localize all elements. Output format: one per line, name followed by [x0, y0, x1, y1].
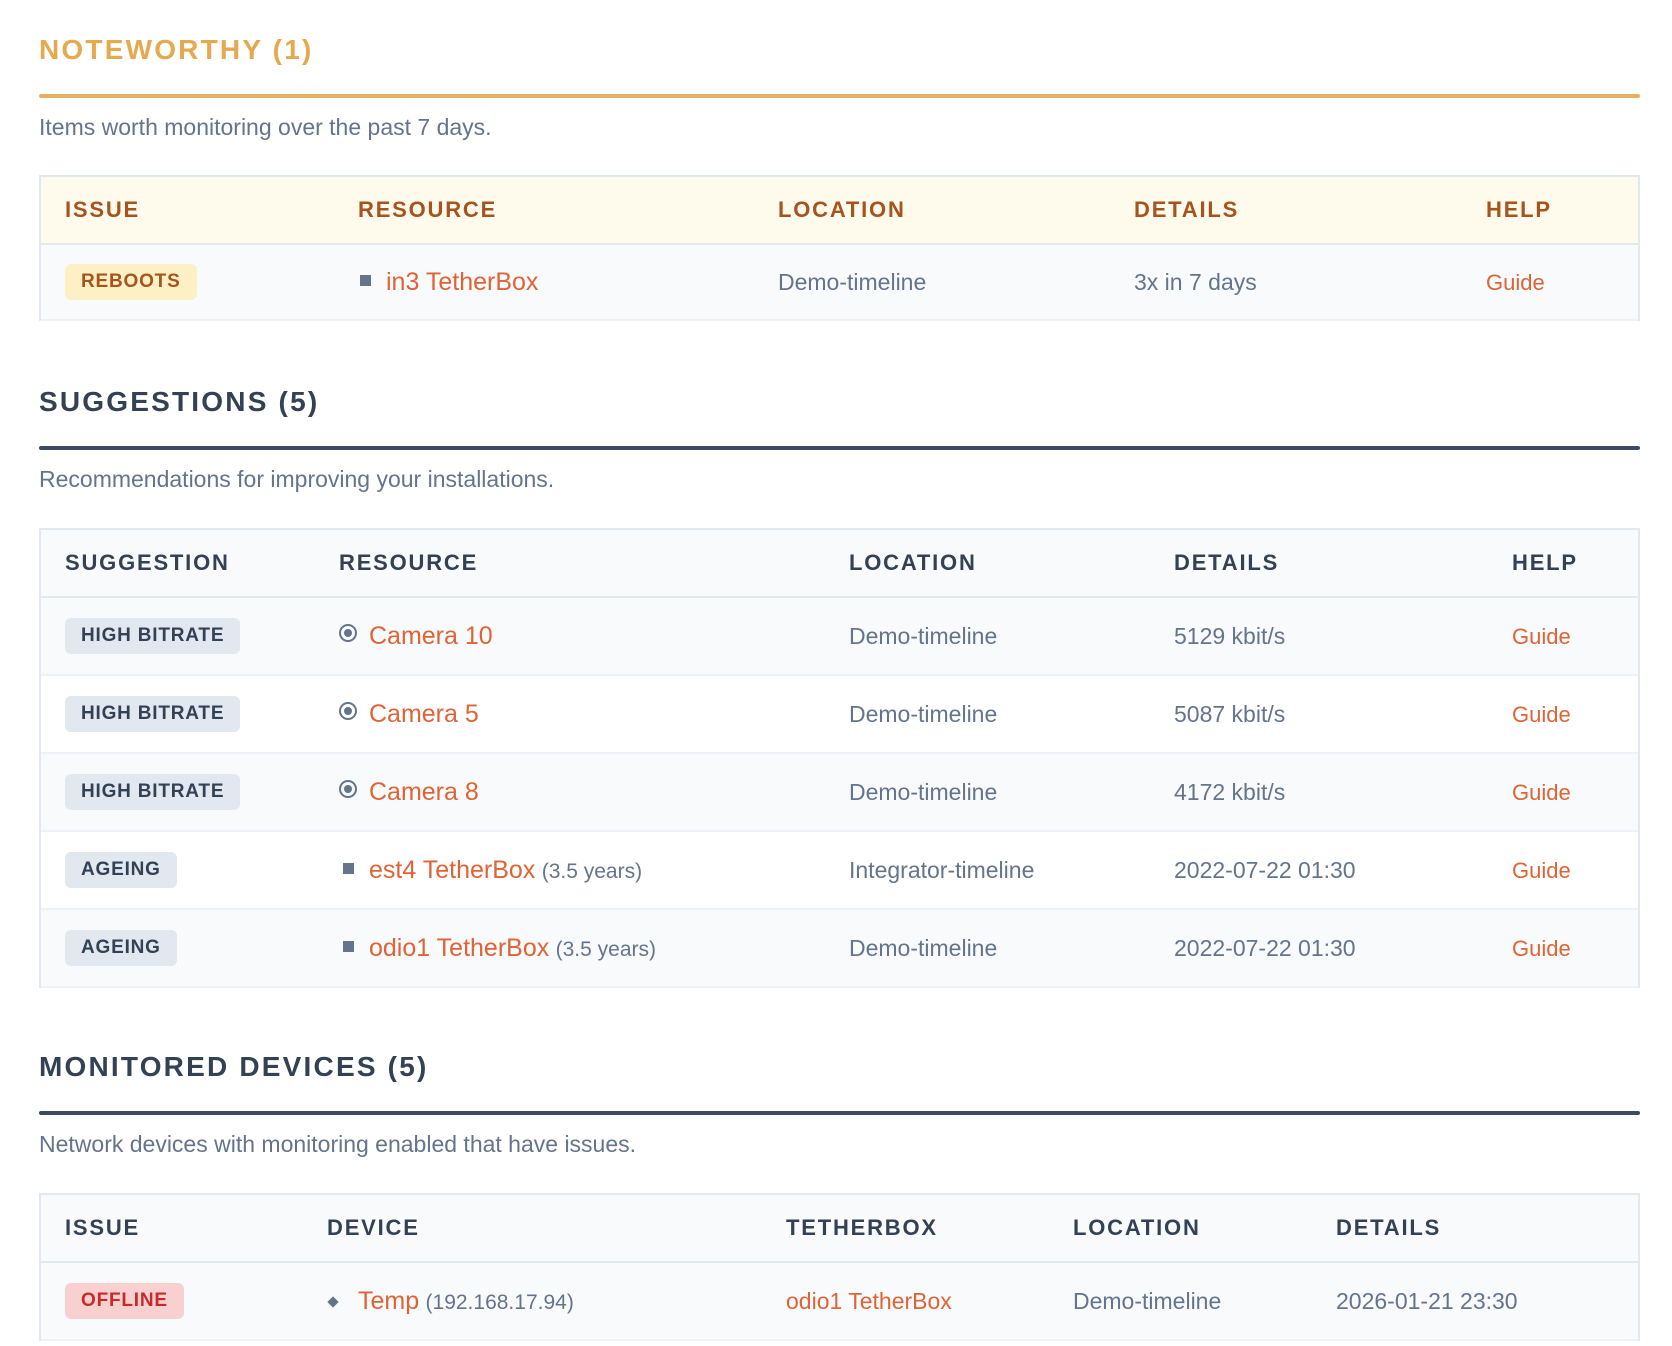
suggestion-badge: AGEING: [65, 930, 177, 966]
monitored-devices-table: ISSUE DEVICE TETHERBOX LOCATION DETAILS …: [39, 1193, 1640, 1341]
column-header-location: LOCATION: [1073, 1215, 1201, 1240]
resource-age: (3.5 years): [541, 859, 643, 883]
table-header: ISSUE DEVICE TETHERBOX LOCATION DETAILS: [41, 1195, 1638, 1263]
table-row: OFFLINE Temp (192.168.17.94) odio1 Tethe…: [41, 1263, 1638, 1341]
table-row: HIGH BITRATE Camera 5 Demo-timeline 5087…: [41, 676, 1638, 754]
details-text: 2022-07-22 01:30: [1174, 856, 1356, 883]
guide-link[interactable]: Guide: [1512, 702, 1571, 727]
column-header-tetherbox: TETHERBOX: [786, 1215, 938, 1240]
location-text: Demo-timeline: [849, 700, 998, 727]
noteworthy-table: ISSUE RESOURCE LOCATION DETAILS HELP REB…: [39, 175, 1640, 321]
location-text: Demo-timeline: [778, 268, 927, 295]
issue-badge: OFFLINE: [65, 1283, 184, 1319]
details-text: 5129 kbit/s: [1174, 622, 1286, 649]
suggestions-description: Recommendations for improving your insta…: [39, 466, 555, 492]
location-text: Demo-timeline: [849, 622, 998, 649]
monitored-devices-title: MONITORED DEVICES (5): [39, 1051, 429, 1082]
table-row: HIGH BITRATE Camera 10 Demo-timeline 512…: [41, 598, 1638, 676]
guide-link[interactable]: Guide: [1486, 270, 1545, 295]
resource-link[interactable]: Camera 10: [369, 622, 493, 650]
location-text: Demo-timeline: [849, 778, 998, 805]
tetherbox-icon: [360, 274, 371, 286]
column-header-details: DETAILS: [1134, 197, 1240, 222]
location-text: Integrator-timeline: [849, 856, 1035, 883]
resource-link[interactable]: Camera 5: [369, 700, 479, 728]
suggestions-title: SUGGESTIONS (5): [39, 386, 320, 417]
resource-link[interactable]: in3 TetherBox: [386, 268, 538, 296]
monitored-devices-divider: [39, 1111, 1640, 1115]
location-text: Demo-timeline: [1073, 1287, 1222, 1314]
column-header-resource: RESOURCE: [358, 197, 498, 222]
table-header: SUGGESTION RESOURCE LOCATION DETAILS HEL…: [41, 530, 1638, 598]
guide-link[interactable]: Guide: [1512, 624, 1571, 649]
device-ip: (192.168.17.94): [425, 1290, 574, 1314]
column-header-location: LOCATION: [849, 550, 977, 575]
details-text: 2022-07-22 01:30: [1174, 934, 1356, 961]
resource-link[interactable]: odio1 TetherBox: [369, 934, 549, 962]
device-icon: [327, 1295, 339, 1308]
column-header-details: DETAILS: [1174, 550, 1280, 575]
suggestion-badge: HIGH BITRATE: [65, 618, 241, 654]
column-header-help: HELP: [1512, 550, 1578, 575]
noteworthy-section: NOTEWORTHY (1) Items worth monitoring ov…: [39, 31, 1640, 321]
tetherbox-link[interactable]: odio1 TetherBox: [786, 1288, 952, 1314]
device-link[interactable]: Temp: [358, 1287, 419, 1315]
details-text: 4172 kbit/s: [1174, 778, 1286, 805]
resource-link[interactable]: Camera 8: [369, 778, 479, 806]
column-header-help: HELP: [1486, 197, 1552, 222]
issue-badge: REBOOTS: [65, 264, 197, 300]
monitored-devices-section: MONITORED DEVICES (5) Network devices wi…: [39, 1048, 1640, 1341]
details-text: 3x in 7 days: [1134, 268, 1257, 295]
camera-icon: [339, 623, 357, 642]
monitored-devices-description: Network devices with monitoring enabled …: [39, 1131, 637, 1157]
table-row: HIGH BITRATE Camera 8 Demo-timeline 4172…: [41, 754, 1638, 832]
guide-link[interactable]: Guide: [1512, 780, 1571, 805]
table-row: REBOOTS in3 TetherBox Demo-timeline 3x i…: [41, 245, 1638, 321]
suggestions-table: SUGGESTION RESOURCE LOCATION DETAILS HEL…: [39, 528, 1640, 988]
camera-icon: [339, 779, 357, 798]
suggestions-divider: [39, 446, 1640, 450]
column-header-details: DETAILS: [1336, 1215, 1442, 1240]
suggestion-badge: HIGH BITRATE: [65, 696, 241, 732]
noteworthy-description: Items worth monitoring over the past 7 d…: [39, 114, 492, 140]
column-header-location: LOCATION: [778, 197, 906, 222]
suggestions-section: SUGGESTIONS (5) Recommendations for impr…: [39, 383, 1640, 988]
guide-link[interactable]: Guide: [1512, 858, 1571, 883]
location-text: Demo-timeline: [849, 934, 998, 961]
details-text: 2026-01-21 23:30: [1336, 1287, 1518, 1314]
resource-link[interactable]: est4 TetherBox: [369, 856, 535, 884]
details-text: 5087 kbit/s: [1174, 700, 1286, 727]
table-header: ISSUE RESOURCE LOCATION DETAILS HELP: [41, 177, 1638, 245]
column-header-resource: RESOURCE: [339, 550, 479, 575]
noteworthy-title: NOTEWORTHY (1): [39, 34, 314, 65]
column-header-suggestion: SUGGESTION: [65, 550, 230, 575]
resource-age: (3.5 years): [555, 937, 656, 961]
suggestion-badge: AGEING: [65, 852, 177, 888]
guide-link[interactable]: Guide: [1512, 936, 1571, 961]
column-header-issue: ISSUE: [65, 1215, 141, 1240]
camera-icon: [339, 701, 357, 720]
column-header-issue: ISSUE: [65, 197, 141, 222]
suggestion-badge: HIGH BITRATE: [65, 774, 241, 810]
noteworthy-divider: [39, 94, 1640, 98]
table-row: AGEING odio1 TetherBox (3.5 years) Demo-…: [41, 910, 1638, 988]
column-header-device: DEVICE: [327, 1215, 420, 1240]
tetherbox-icon: [343, 862, 354, 874]
table-row: AGEING est4 TetherBox (3.5 years) Integr…: [41, 832, 1638, 910]
tetherbox-icon: [343, 940, 354, 952]
